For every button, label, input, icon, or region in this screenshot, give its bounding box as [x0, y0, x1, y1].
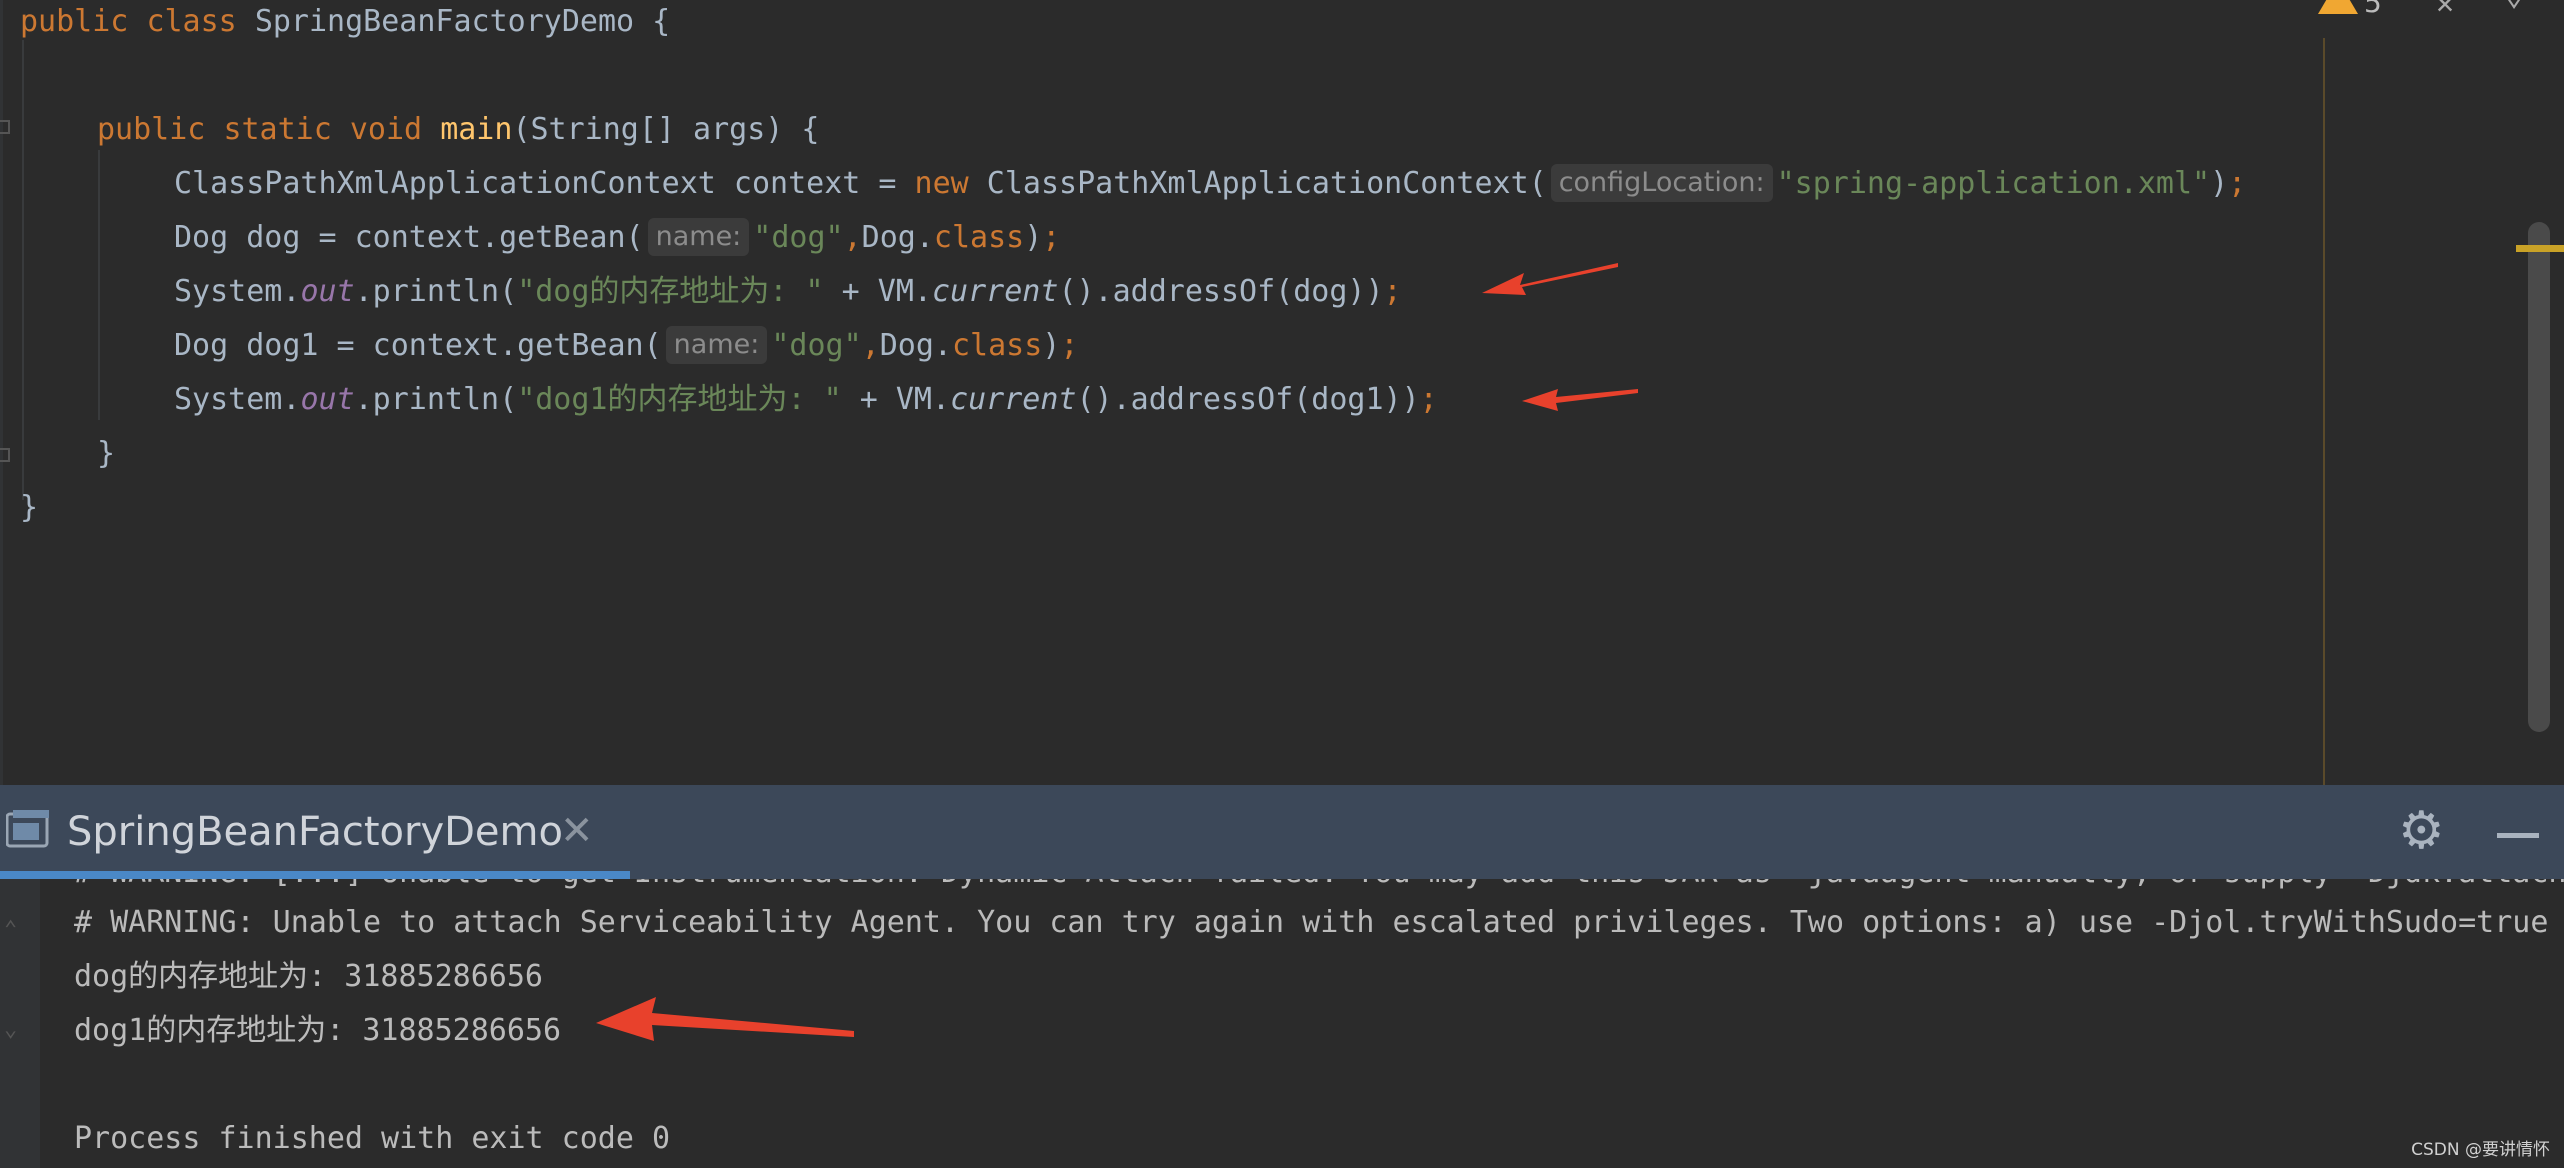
code-text: ().addressOf(dog1))	[1076, 382, 1420, 417]
console-line-warning: # WARNING: Unable to attach Serviceabili…	[74, 905, 2549, 940]
chevron-down-icon[interactable]: ⌄	[2505, 0, 2523, 13]
annotation-arrow	[596, 997, 854, 1041]
code-line-class-decl: public class SpringBeanFactoryDemo {	[20, 0, 670, 49]
close-icon[interactable]: ✕	[2436, 0, 2454, 21]
watermark: CSDN @要讲情怀	[2411, 1140, 2550, 1160]
code-text: )	[1024, 220, 1043, 255]
editor-scrollbar[interactable]	[2528, 222, 2550, 732]
console-gutter: ⌃ ⌄	[0, 879, 40, 1168]
active-tab-indicator	[0, 871, 630, 879]
semicolon: ;	[1383, 274, 1402, 309]
code-line-context: ClassPathXmlApplicationContext context =…	[174, 157, 2246, 211]
code-line-print-dog: System.out.println("dog的内存地址为: " + VM.cu…	[174, 265, 1402, 319]
console-line-exit: Process finished with exit code 0	[74, 1121, 671, 1156]
code-editor[interactable]: public class SpringBeanFactoryDemo { pub…	[0, 0, 2564, 785]
string-literal: "spring-application.xml"	[1776, 166, 2211, 201]
keyword: class	[951, 328, 1043, 363]
static-method: current	[932, 274, 1059, 309]
close-tab-icon[interactable]: ✕	[560, 809, 594, 853]
run-panel-header: SpringBeanFactoryDemo ✕ ⚙	[0, 785, 2564, 879]
indent-guide	[98, 150, 100, 420]
code-text: + VM.	[823, 274, 932, 309]
indent-guide	[22, 40, 24, 500]
code-text: )	[2210, 166, 2229, 201]
static-field: out	[300, 382, 355, 417]
keyword: void	[349, 112, 423, 147]
right-margin-guide	[2323, 38, 2325, 785]
console-line-dog1-address: dog1的内存地址为: 31885286656	[74, 1013, 562, 1048]
code-line-get-dog: Dog dog = context.getBean(name: "dog",Dog…	[174, 211, 1060, 265]
console-line-cutoff: # WARNING: [...] Unable to get Instrumen…	[74, 879, 2564, 893]
code-line-close-method: }	[97, 436, 116, 471]
tab-run-config[interactable]: SpringBeanFactoryDemo ✕	[0, 785, 630, 879]
fold-marker-icon[interactable]	[0, 448, 10, 462]
parameter-hint: name:	[647, 218, 750, 256]
method-name: main	[440, 112, 513, 147]
code-text: System.	[174, 382, 301, 417]
code-text: ClassPathXmlApplicationContext(	[968, 166, 1547, 201]
code-text: System.	[174, 274, 301, 309]
console-output[interactable]: ⌃ ⌄ # WARNING: [...] Unable to get Instr…	[0, 879, 2564, 1168]
run-tab-title: SpringBeanFactoryDemo	[67, 809, 563, 855]
static-field: out	[300, 274, 355, 309]
comma: ,	[843, 220, 862, 255]
console-line-dog-address: dog的内存地址为: 31885286656	[74, 959, 543, 994]
code-line-print-dog1: System.out.println("dog1的内存地址为: " + VM.c…	[174, 373, 1438, 427]
semicolon: ;	[2228, 166, 2247, 201]
code-text: Dog dog = context.getBean(	[174, 220, 644, 255]
editor-gutter	[0, 0, 3, 785]
comma: ,	[861, 328, 880, 363]
code-line-close-class: }	[20, 490, 39, 525]
warning-count[interactable]: 5	[2364, 0, 2382, 19]
minimize-icon[interactable]	[2497, 833, 2539, 838]
code-line-main-decl: public static void main(String[] args) {	[97, 103, 819, 157]
code-text: ().addressOf(dog))	[1058, 274, 1384, 309]
code-text: Dog dog1 = context.getBean(	[174, 328, 662, 363]
code-text: Dog.	[861, 220, 934, 255]
static-method: current	[950, 382, 1077, 417]
scroll-down-icon[interactable]: ⌄	[4, 1017, 17, 1042]
class-name: SpringBeanFactoryDemo	[254, 4, 635, 39]
code-text: {	[634, 4, 671, 39]
code-text: .println(	[354, 382, 518, 417]
fold-marker-icon[interactable]	[0, 120, 10, 134]
annotation-arrow	[1482, 263, 1618, 295]
code-text: .println(	[354, 274, 518, 309]
code-line-get-dog1: Dog dog1 = context.getBean(name: "dog",Do…	[174, 319, 1078, 373]
keyword: public	[97, 112, 206, 147]
annotation-arrow	[1522, 389, 1638, 411]
gear-icon[interactable]: ⚙	[2398, 803, 2445, 859]
semicolon: ;	[1060, 328, 1079, 363]
semicolon: ;	[1042, 220, 1061, 255]
keyword: class	[146, 4, 237, 39]
keyword: new	[914, 166, 969, 201]
code-text: Dog.	[879, 328, 952, 363]
keyword: static	[223, 112, 332, 147]
scroll-up-icon[interactable]: ⌃	[4, 917, 17, 942]
string-literal: "dog"	[771, 328, 862, 363]
parameter-hint: configLocation:	[1550, 164, 1773, 202]
string-literal: "dog"	[753, 220, 844, 255]
scrollbar-warning-marker[interactable]	[2516, 245, 2564, 252]
code-text: (String[] args) {	[512, 112, 820, 147]
keyword: class	[933, 220, 1025, 255]
string-literal: "dog的内存地址为: "	[517, 274, 824, 309]
semicolon: ;	[1419, 382, 1438, 417]
run-config-icon	[6, 810, 49, 848]
code-text: + VM.	[841, 382, 951, 417]
code-text: )	[1042, 328, 1061, 363]
warning-icon[interactable]	[2318, 0, 2358, 14]
parameter-hint: name:	[665, 326, 768, 364]
keyword: public	[20, 4, 129, 39]
string-literal: "dog1的内存地址为: "	[517, 382, 842, 417]
code-text: ClassPathXmlApplicationContext context =	[174, 166, 915, 201]
